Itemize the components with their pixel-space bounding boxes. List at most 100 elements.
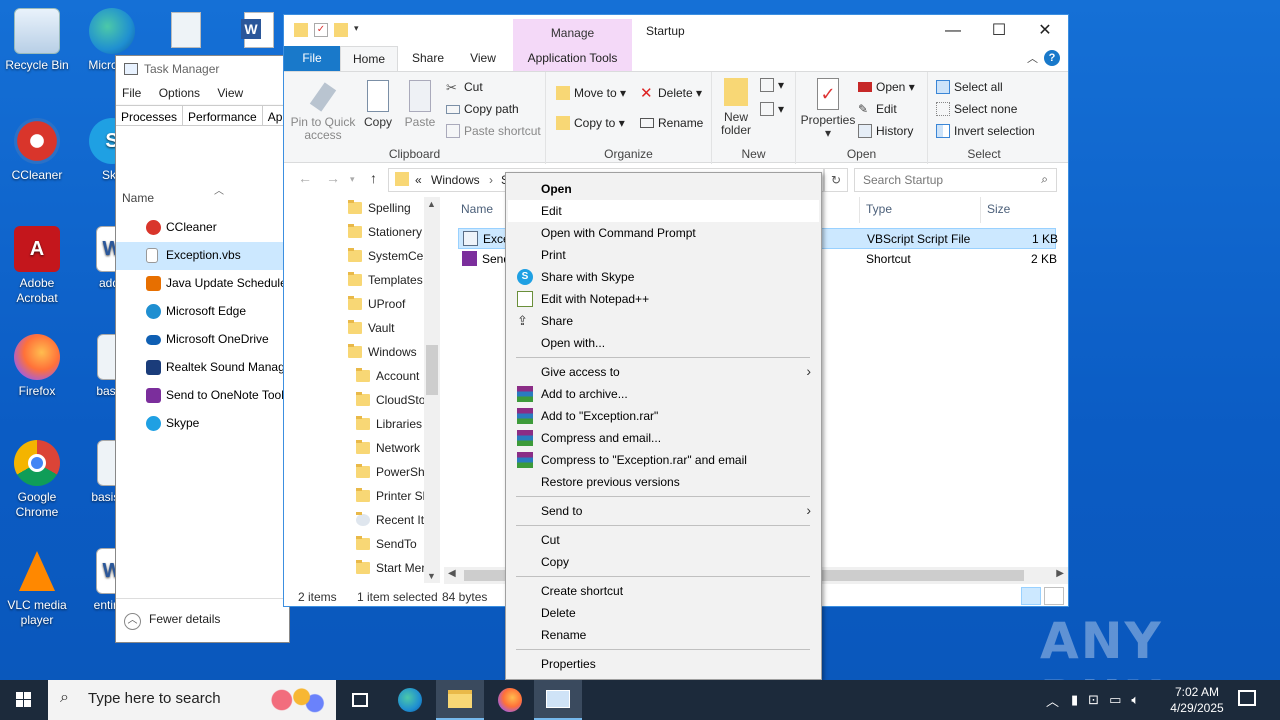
menu-item-delete[interactable]: Delete [508,602,819,624]
scroll-up-icon[interactable]: ▲ [427,199,436,209]
menu-item-copy[interactable]: Copy [508,551,819,573]
nav-item[interactable]: Account [352,368,419,393]
menu-item-open-with[interactable]: Open with... [508,332,819,354]
battery-icon[interactable]: ▮ [1071,692,1078,708]
word-document-icon[interactable]: W [241,12,274,48]
show-hidden-icons-icon[interactable]: ︿ [1046,691,1059,710]
tab-view[interactable]: View [458,46,508,71]
list-item[interactable]: Exception.vbs [116,242,289,270]
navigation-scrollbar[interactable]: ▲ ▼ [424,197,440,583]
nav-item[interactable]: Spelling [344,200,411,225]
folder-icon[interactable] [294,23,308,37]
menu-item-edit-with-notepad[interactable]: Edit with Notepad++ [508,288,819,310]
close-button[interactable]: ✕ [1022,15,1068,46]
edit-button[interactable]: ✎ Edit [858,102,897,116]
list-item[interactable]: Java Update Scheduler [116,270,289,298]
taskbar-clock[interactable]: 7:02 AM 4/29/2025 [1162,684,1232,716]
tab-share[interactable]: Share [404,46,452,71]
taskbar-task-manager-icon[interactable] [534,680,582,720]
list-item[interactable]: CCleaner [116,214,289,242]
refresh-icon[interactable]: ↻ [824,168,848,192]
device-icon[interactable]: ⊡ [1088,692,1099,708]
copy-path-button[interactable]: Copy path [446,102,519,116]
menu-item-share[interactable]: ⇪ Share [508,310,819,332]
menu-item-edit[interactable]: Edit [508,200,819,222]
scroll-thumb[interactable] [426,345,438,395]
menu-item-open[interactable]: Open [508,178,819,200]
delete-button[interactable]: ✕ Delete ▾ [640,85,702,102]
menu-item-compress-to-rar-and-email[interactable]: Compress to "Exception.rar" and email [508,449,819,471]
network-icon[interactable]: ▭ [1109,692,1121,708]
nav-item[interactable]: SystemCer [344,248,427,273]
menu-item-open-with-command-prompt[interactable]: Open with Command Prompt [508,222,819,244]
scroll-left-icon[interactable]: ◀ [448,568,456,579]
desktop-icon-firefox[interactable]: Firefox [1,334,73,399]
column-separator[interactable] [859,197,860,223]
properties-button[interactable]: ✓ Properties ▾ [798,78,858,140]
collapse-ribbon-icon[interactable]: ︿ [1027,50,1038,66]
forward-arrow-icon[interactable]: → [326,170,340,186]
menu-item-add-to-archive[interactable]: Add to archive... [508,383,819,405]
nav-item[interactable]: PowerSh [352,464,425,489]
volume-icon[interactable]: 🔈︎ [1131,692,1139,708]
desktop-icon-acrobat[interactable]: A Adobe Acrobat [1,226,73,306]
menu-item-add-to-rar[interactable]: Add to "Exception.rar" [508,405,819,427]
nav-item[interactable]: Printer Sh [352,488,429,513]
move-to-button[interactable]: Move to ▾ [556,86,626,100]
details-view-icon[interactable] [1021,587,1041,605]
task-manager-window[interactable]: Task Manager File Options View Processes… [115,55,290,643]
paste-shortcut-button[interactable]: Paste shortcut [446,124,541,138]
image-file-icon[interactable] [171,12,201,48]
menu-item-give-access-to[interactable]: Give access to › [508,361,819,383]
list-item[interactable]: Send to OneNote Tool [116,382,289,410]
back-arrow-icon[interactable]: ← [298,170,312,186]
column-header-name[interactable]: Name [122,191,154,205]
rename-button[interactable]: Rename [640,116,703,130]
menu-item-properties[interactable]: Properties [508,653,819,675]
help-icon[interactable]: ? [1044,50,1060,66]
nav-item[interactable]: Libraries [352,416,422,441]
copy-to-button[interactable]: Copy to ▾ [556,116,625,130]
maximize-button[interactable]: ☐ [976,15,1022,46]
customize-toolbar-icon[interactable]: ▾ [354,23,368,37]
nav-item[interactable]: Recent It [352,512,424,537]
list-item[interactable]: Microsoft OneDrive [116,326,289,354]
select-none-button[interactable]: Select none [936,102,1017,116]
tab-processes[interactable]: Processes [116,105,184,125]
taskbar-edge-icon[interactable] [386,680,434,720]
nav-item[interactable]: Start Mer [352,560,425,583]
paste-button[interactable]: Paste [402,80,438,129]
tab-home[interactable]: Home [340,46,398,71]
column-separator[interactable] [980,197,981,223]
list-item[interactable]: Realtek Sound Manager [116,354,289,382]
start-button[interactable] [0,680,48,720]
fewer-details-button[interactable]: ︿ Fewer details [124,612,220,630]
column-header-type[interactable]: Type [866,202,892,216]
desktop-icon-ccleaner[interactable]: CCleaner [1,118,73,183]
taskbar-firefox-icon[interactable] [486,680,534,720]
scroll-right-icon[interactable]: ▶ [1056,568,1064,579]
breadcrumb-windows[interactable]: Windows [431,173,480,187]
tab-performance[interactable]: Performance [183,105,263,125]
nav-item[interactable]: Network [352,440,420,465]
easy-access-button[interactable]: ▾ [760,102,784,116]
minimize-button[interactable]: — [930,15,976,46]
up-arrow-icon[interactable]: ↑ [370,170,377,186]
notifications-icon[interactable] [1238,690,1256,706]
copy-button[interactable]: Copy [360,80,396,129]
task-view-icon[interactable] [336,680,384,720]
nav-item[interactable]: Templates [344,272,423,297]
large-icons-view-icon[interactable] [1044,587,1064,605]
history-button[interactable]: History [858,124,913,138]
menu-file[interactable]: File [122,86,141,100]
new-folder-button[interactable]: New folder [716,78,756,137]
list-item[interactable]: Skype [116,410,289,438]
desktop-icon-chrome[interactable]: Google Chrome [1,440,73,520]
menu-item-share-with-skype[interactable]: S Share with Skype [508,266,819,288]
nav-item[interactable]: Vault [344,320,394,345]
menu-item-rename[interactable]: Rename [508,624,819,646]
menu-options[interactable]: Options [159,86,200,100]
new-item-button[interactable]: ▾ [760,78,784,92]
column-header-name[interactable]: Name [461,202,493,216]
nav-item[interactable]: UProof [344,296,405,321]
